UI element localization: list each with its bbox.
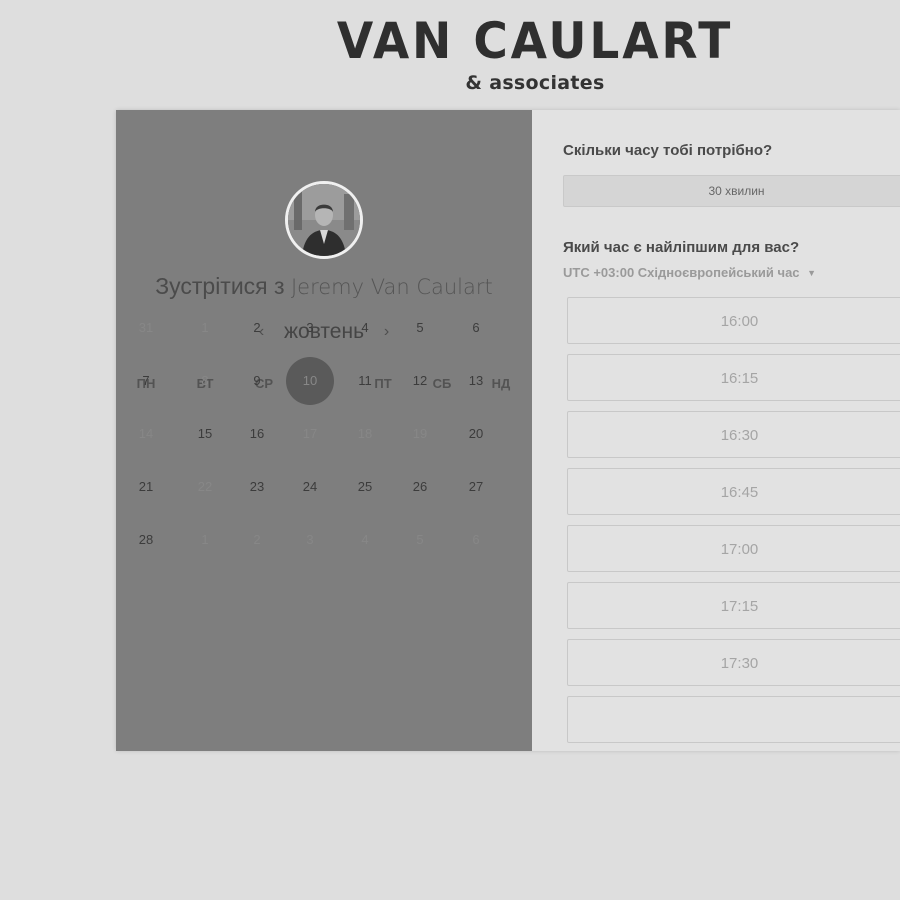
calendar-day: 5 — [416, 532, 424, 547]
calendar-day[interactable]: 28 — [122, 516, 170, 564]
calendar-day[interactable]: 23 — [233, 463, 281, 511]
time-slot-button[interactable]: 16:45 — [567, 468, 900, 515]
calendar-day: 6 — [472, 532, 480, 547]
calendar-day: 1 — [201, 320, 209, 335]
calendar-day: 1 — [201, 532, 209, 547]
calendar-day: 8 — [201, 373, 209, 388]
duration-question: Скільки часу тобі потрібно? — [563, 142, 773, 159]
calendar-day: 4 — [361, 532, 369, 547]
calendar-day: 31 — [138, 320, 154, 335]
calendar-day: 14 — [138, 426, 154, 441]
calendar-day: 2 — [253, 532, 261, 547]
time-slot-button[interactable]: 17:15 — [567, 582, 900, 629]
host-photo — [288, 184, 360, 256]
calendar-day[interactable]: 3 — [286, 304, 334, 352]
time-slot-button[interactable]: 16:30 — [567, 411, 900, 458]
caret-down-icon: ▼ — [807, 268, 817, 278]
timezone-offset: UTC +03:00 — [563, 265, 635, 280]
meeting-title-prefix: Зустрітися з — [155, 273, 285, 299]
calendar-day[interactable]: 4 — [341, 304, 389, 352]
calendar-day[interactable]: 2 — [233, 304, 281, 352]
timezone-name: Східноєвропейський час — [637, 265, 800, 280]
brand-name: VAN CAULART — [336, 12, 734, 70]
time-question: Який час є найліпшим для вас? — [563, 239, 800, 256]
calendar-day[interactable]: 13 — [452, 357, 500, 405]
time-slot-button[interactable] — [567, 696, 900, 743]
calendar-day-selected[interactable]: 10 — [286, 357, 334, 405]
calendar-day[interactable]: 25 — [341, 463, 389, 511]
booking-card: Зустрітися з Jeremy Van Caulart ‹ жовтен… — [116, 110, 900, 751]
calendar-day[interactable]: 6 — [452, 304, 500, 352]
calendar-day[interactable]: 27 — [452, 463, 500, 511]
time-slot-button[interactable]: 16:00 — [567, 297, 900, 344]
meeting-title: Зустрітися з Jeremy Van Caulart — [116, 273, 532, 300]
calendar-day[interactable]: 20 — [452, 410, 500, 458]
calendar-day[interactable]: 16 — [233, 410, 281, 458]
calendar-day[interactable]: 21 — [122, 463, 170, 511]
time-slot-button[interactable]: 17:00 — [567, 525, 900, 572]
time-slot-button[interactable]: 17:30 — [567, 639, 900, 686]
calendar-day[interactable]: 15 — [181, 410, 229, 458]
calendar-day[interactable]: 24 — [286, 463, 334, 511]
host-name: Jeremy Van Caulart — [290, 275, 493, 299]
duration-select[interactable]: 30 хвилин — [563, 175, 900, 207]
calendar-day[interactable]: 7 — [122, 357, 170, 405]
time-slot-button[interactable]: 16:15 — [567, 354, 900, 401]
calendar-panel: Зустрітися з Jeremy Van Caulart ‹ жовтен… — [116, 110, 532, 751]
calendar-day: 22 — [197, 479, 213, 494]
calendar-day: 19 — [412, 426, 428, 441]
calendar-day: 17 — [302, 426, 318, 441]
calendar-day[interactable]: 11 — [341, 357, 389, 405]
timezone-select[interactable]: UTC +03:00 Східноєвропейський час ▼ — [563, 265, 816, 280]
host-avatar — [285, 181, 363, 259]
calendar-day[interactable]: 5 — [396, 304, 444, 352]
calendar-day[interactable]: 9 — [233, 357, 281, 405]
brand-tagline: & associates — [465, 72, 605, 94]
brand-logo: VAN CAULART & associates — [300, 12, 770, 94]
time-panel: Скільки часу тобі потрібно? 30 хвилин Як… — [532, 110, 900, 751]
calendar-day: 18 — [357, 426, 373, 441]
calendar-day[interactable]: 26 — [396, 463, 444, 511]
calendar-day: 3 — [306, 532, 314, 547]
calendar-day[interactable]: 12 — [396, 357, 444, 405]
